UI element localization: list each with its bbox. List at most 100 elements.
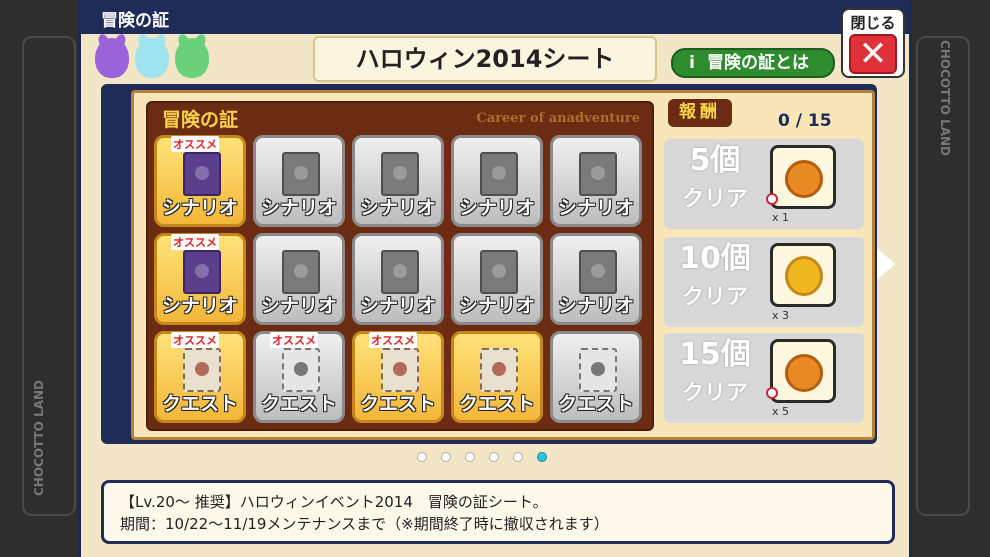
proof-cell-quest[interactable]: オススメクエスト [253, 331, 345, 423]
recommended-badge: オススメ [171, 234, 219, 250]
quest-poster-icon [579, 348, 617, 392]
reward-clear: クリア [681, 381, 748, 406]
cell-label: クエスト [557, 393, 634, 415]
next-page-arrow[interactable] [877, 248, 895, 280]
cell-label: シナリオ [359, 295, 436, 317]
reward-item [770, 243, 836, 307]
sheet-board-inner: 冒険の証 Career of anadventure オススメ シナリオ シナリオシ… [131, 90, 875, 440]
reward-progress: 0 / 15 [778, 111, 832, 131]
quest-poster-icon [480, 348, 518, 392]
reward-count: 15個 [679, 337, 751, 372]
pie-icon [785, 354, 823, 392]
reward-item [770, 339, 836, 403]
book-icon [480, 152, 518, 196]
book-icon [381, 250, 419, 294]
cell-label: クエスト [359, 393, 436, 415]
proof-cell-book[interactable]: シナリオ [253, 233, 345, 325]
side-label-left: CHOCOTTO LAND [32, 380, 46, 497]
page-dot[interactable] [489, 452, 499, 462]
reward-clear: クリア [681, 285, 748, 310]
recommended-badge: オススメ [171, 136, 219, 152]
book-icon [579, 250, 617, 294]
book-icon [282, 152, 320, 196]
window-title: 冒険の証 [101, 11, 169, 31]
reward-qty: x 5 [772, 405, 790, 418]
book-icon [183, 152, 221, 196]
sheet-board: 冒険の証 Career of anadventure オススメ シナリオ シナリオシ… [101, 84, 877, 444]
reward-item [770, 145, 836, 209]
proof-panel: 冒険の証 閉じる ✕ ハロウィン2014シート i 冒険の証とは 冒険の証 Car… [78, 0, 912, 557]
cell-label: シナリオ [161, 295, 238, 317]
side-label-right: CHOCOTTO LAND [938, 40, 952, 157]
proof-cell-book[interactable]: シナリオ [451, 233, 543, 325]
cell-label: シナリオ [260, 197, 337, 219]
recommended-badge: オススメ [270, 332, 318, 348]
reward-qty: x 1 [772, 211, 790, 224]
cell-label: シナリオ [458, 197, 535, 219]
recommended-badge: オススメ [171, 332, 219, 348]
recommended-badge: オススメ [369, 332, 417, 348]
reward-tag: 報酬 [668, 99, 732, 127]
proof-cell-book[interactable]: オススメシナリオ [154, 233, 246, 325]
info-button-label: 冒険の証とは [707, 53, 809, 73]
cell-label: クエスト [161, 393, 238, 415]
proof-subtitle: Career of anadventure [476, 111, 640, 126]
description-line-1: 【Lv.20～ 推奨】ハロウィンイベント2014 冒険の証シート。 [120, 493, 548, 511]
proof-cell-quest[interactable]: オススメクエスト [352, 331, 444, 423]
description-box: 【Lv.20～ 推奨】ハロウィンイベント2014 冒険の証シート。 期間：10/… [101, 480, 895, 544]
minus-icon [766, 387, 778, 399]
page-dot[interactable] [417, 452, 427, 462]
close-x-icon: ✕ [849, 34, 897, 74]
cell-label: シナリオ [260, 295, 337, 317]
cell-label: シナリオ [161, 197, 238, 219]
book-icon [282, 250, 320, 294]
reward-tier-15[interactable]: 15個 クリア x 5 [664, 333, 864, 423]
cell-label: クエスト [260, 393, 337, 415]
page-dot[interactable] [465, 452, 475, 462]
proof-cell-quest[interactable]: オススメクエスト [154, 331, 246, 423]
page-indicator [417, 452, 547, 462]
quest-poster-icon [183, 348, 221, 392]
proof-cell-quest[interactable]: クエスト [451, 331, 543, 423]
reward-tier-10[interactable]: 10個 クリア x 3 [664, 237, 864, 327]
info-button[interactable]: i 冒険の証とは [671, 48, 835, 78]
proof-cell-book[interactable]: オススメシナリオ [154, 135, 246, 227]
cell-label: クエスト [458, 393, 535, 415]
page-dot[interactable] [441, 452, 451, 462]
cell-label: シナリオ [458, 295, 535, 317]
book-icon [381, 152, 419, 196]
cyan-pet-icon [135, 38, 169, 78]
reward-count: 5個 [689, 143, 741, 178]
proof-cell-book[interactable]: シナリオ [550, 135, 642, 227]
book-icon [480, 250, 518, 294]
pie-icon [785, 160, 823, 198]
book-icon [183, 250, 221, 294]
proof-title: 冒険の証 [162, 109, 239, 131]
cell-label: シナリオ [557, 295, 634, 317]
minus-icon [766, 193, 778, 205]
purple-pet-icon [95, 38, 129, 78]
book-icon [579, 152, 617, 196]
quest-poster-icon [282, 348, 320, 392]
pumpkin-icon [785, 256, 823, 296]
reward-tier-5[interactable]: 5個 クリア x 1 [664, 139, 864, 229]
cell-label: シナリオ [557, 197, 634, 219]
proof-cell-quest[interactable]: クエスト [550, 331, 642, 423]
proof-cell-book[interactable]: シナリオ [253, 135, 345, 227]
page-dot[interactable] [537, 452, 547, 462]
reward-clear: クリア [681, 187, 748, 212]
proof-cell-book[interactable]: シナリオ [451, 135, 543, 227]
quest-poster-icon [381, 348, 419, 392]
proof-cell-book[interactable]: シナリオ [352, 233, 444, 325]
proof-cell-book[interactable]: シナリオ [352, 135, 444, 227]
info-icon: i [689, 53, 695, 73]
left-frame [22, 36, 76, 516]
proof-grid: オススメ シナリオ シナリオ シナリオ シナリオ シナリオ オススメ シナリオ シナリオ シナリオ… [154, 135, 642, 423]
proof-cell-book[interactable]: シナリオ [550, 233, 642, 325]
close-label: 閉じる [850, 14, 896, 32]
sheet-title: ハロウィン2014シート [313, 36, 657, 82]
description-line-2: 期間：10/22～11/19メンテナンスまで（※期間終了時に撤収されます） [120, 515, 609, 533]
close-button[interactable]: 閉じる ✕ [841, 8, 905, 78]
cell-label: シナリオ [359, 197, 436, 219]
page-dot[interactable] [513, 452, 523, 462]
